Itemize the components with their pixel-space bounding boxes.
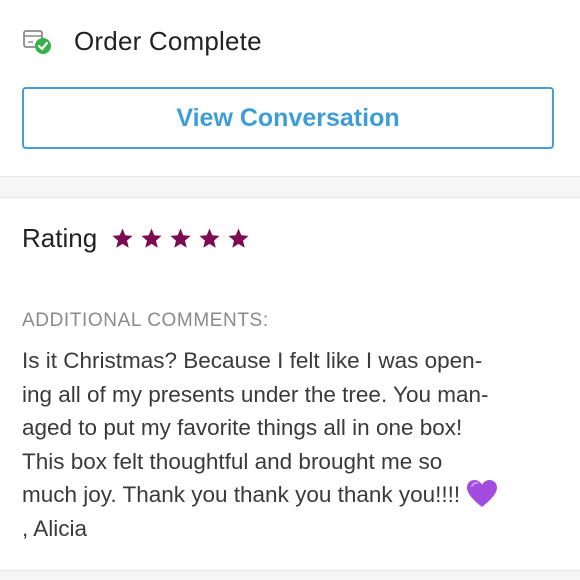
rating-row: Rating — [22, 220, 256, 256]
comment-line: ing all of my presents under the tree. Y… — [22, 381, 489, 407]
order-status-title: Order Complete — [74, 25, 262, 56]
order-status-header: Order Complete — [22, 24, 262, 58]
additional-comments-heading: ADDITIONAL COMMENTS: — [22, 310, 269, 331]
star-icon — [199, 227, 220, 248]
star-icon — [228, 227, 249, 248]
comment-text: Is it Christmas? Because I felt like I w… — [22, 344, 562, 546]
section-divider — [0, 570, 580, 580]
comment-line: This box felt thoughtful and brought me … — [22, 448, 443, 474]
rating-stars — [111, 227, 256, 250]
comment-line: , Alicia — [22, 515, 88, 541]
package-check-icon — [22, 27, 52, 55]
star-icon — [141, 227, 162, 248]
purple-heart-icon — [466, 479, 498, 509]
section-divider — [0, 176, 580, 198]
order-detail-page: Order Complete View Conversation Rating … — [0, 0, 580, 580]
comment-line-with-emoji: much joy. Thank you thank you thank you!… — [22, 478, 562, 512]
view-conversation-button[interactable]: View Conversation — [22, 87, 554, 149]
rating-label: Rating — [22, 222, 98, 253]
star-icon — [170, 227, 191, 248]
star-icon — [112, 227, 133, 248]
comment-line: Is it Christmas? Because I felt like I w… — [22, 348, 483, 373]
comment-line: aged to put my favorite things all in on… — [22, 415, 463, 441]
comment-line-text: much joy. Thank you thank you thank you!… — [22, 482, 461, 508]
